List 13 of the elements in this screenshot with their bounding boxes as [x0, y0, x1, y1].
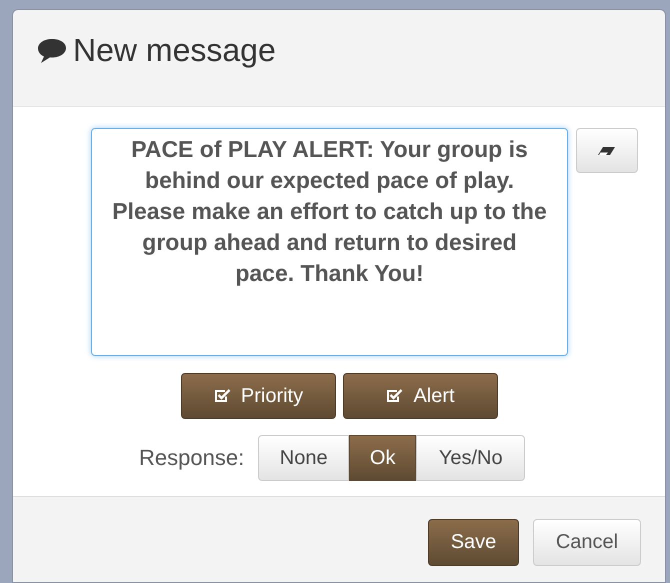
save-button[interactable]: Save	[428, 519, 519, 566]
response-option[interactable]: None	[258, 435, 350, 481]
response-label: Response:	[139, 445, 244, 471]
speech-bubble-icon	[37, 38, 67, 64]
eraser-icon	[598, 146, 616, 156]
response-option[interactable]: Ok	[349, 435, 416, 481]
toggle-button[interactable]: Priority	[181, 373, 336, 419]
dialog-title: New message	[73, 32, 276, 68]
toggle-button[interactable]: Alert	[343, 373, 498, 419]
response-option[interactable]: Yes/No	[416, 435, 526, 481]
clear-button[interactable]	[576, 128, 638, 173]
message-field[interactable]: PACE of PLAY ALERT: Your group is behind our expected pace of play. Please make an effort to catch up to the group ahead and return to desired pace. Thank You!	[91, 128, 568, 356]
cancel-button[interactable]: Cancel	[533, 519, 641, 566]
